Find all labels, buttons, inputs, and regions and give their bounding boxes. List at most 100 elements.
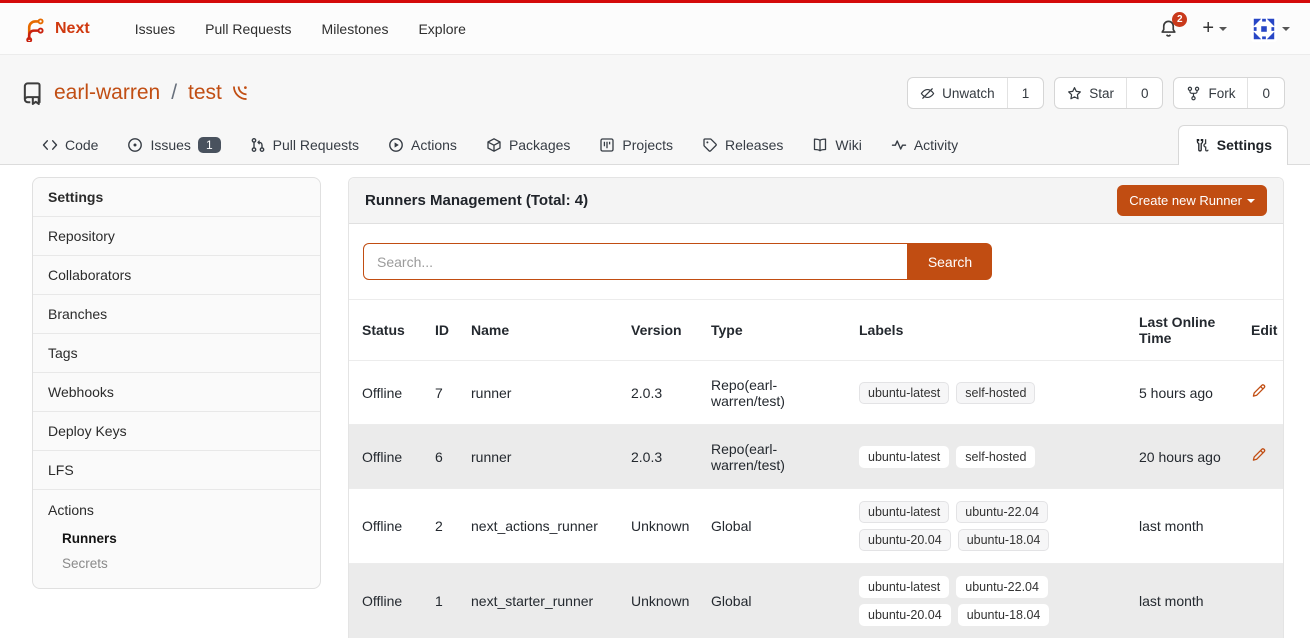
runner-status: Offline [349, 425, 427, 489]
tab-actions[interactable]: Actions [378, 126, 467, 164]
search-input[interactable] [363, 243, 908, 280]
runner-last-online: last month [1131, 564, 1243, 639]
col-version: Version [623, 300, 703, 361]
sidebar-item-repository[interactable]: Repository [33, 217, 320, 256]
pencil-icon [1251, 383, 1267, 399]
eye-slash-icon [920, 86, 935, 101]
search-section: Search [349, 224, 1283, 299]
panel-header: Runners Management (Total: 4) Create new… [349, 178, 1283, 224]
label-chip: ubuntu-18.04 [958, 529, 1050, 551]
col-id: ID [427, 300, 463, 361]
tab-issues[interactable]: Issues 1 [117, 126, 230, 164]
runner-type: Global [703, 564, 851, 639]
runner-id: 1 [427, 564, 463, 639]
runner-last-online: last month [1131, 489, 1243, 564]
tab-packages[interactable]: Packages [476, 126, 580, 164]
settings-sidebar: Settings Repository Collaborators Branch… [32, 177, 321, 589]
chevron-down-icon [1219, 27, 1227, 31]
sidebar-item-lfs[interactable]: LFS [33, 451, 320, 490]
project-board-icon [599, 137, 615, 153]
runner-name: runner [463, 361, 623, 425]
issues-count-badge: 1 [198, 137, 221, 153]
col-type: Type [703, 300, 851, 361]
repo-header-band: earl-warren / test Unwatch 1 [0, 55, 1310, 165]
watch-count[interactable]: 1 [1007, 78, 1044, 108]
sidebar-title-settings: Settings [33, 178, 320, 217]
col-labels: Labels [851, 300, 1131, 361]
star-count[interactable]: 0 [1126, 78, 1163, 108]
forgejo-logo-icon [20, 16, 46, 42]
fork-count[interactable]: 0 [1247, 78, 1284, 108]
repo-tabs: Code Issues 1 Pull Requests Actions [0, 125, 1310, 165]
create-runner-button[interactable]: Create new Runner [1117, 185, 1267, 216]
table-row: Offline 6 runner 2.0.3 Repo(earl-warren/… [349, 425, 1283, 489]
table-row: Offline 7 runner 2.0.3 Repo(earl-warren/… [349, 361, 1283, 425]
chevron-down-icon [1282, 27, 1290, 31]
sidebar-group-actions: Actions Runners Secrets [33, 490, 320, 588]
sidebar-item-deploy-keys[interactable]: Deploy Keys [33, 412, 320, 451]
runner-labels: ubuntu-latest self-hosted [859, 382, 1059, 404]
pencil-icon [1251, 447, 1267, 463]
sidebar-item-tags[interactable]: Tags [33, 334, 320, 373]
notifications-button[interactable]: 2 [1159, 19, 1178, 38]
runner-id: 7 [427, 361, 463, 425]
repo-name-link[interactable]: test [188, 81, 222, 105]
rss-icon[interactable] [231, 84, 249, 102]
nav-issues[interactable]: Issues [120, 13, 190, 45]
fork-icon [1186, 86, 1201, 101]
repo-title: earl-warren / test [20, 81, 249, 106]
label-chip: self-hosted [956, 382, 1035, 404]
forgejo-logo[interactable]: Next [20, 16, 90, 42]
tab-releases[interactable]: Releases [692, 126, 793, 164]
label-chip: ubuntu-20.04 [859, 529, 951, 551]
package-icon [486, 137, 502, 153]
table-row: Offline 2 next_actions_runner Unknown Gl… [349, 489, 1283, 564]
repo-icon [20, 81, 45, 106]
play-circle-icon [388, 137, 404, 153]
sidebar-item-runners[interactable]: Runners [48, 526, 305, 551]
sidebar-item-collaborators[interactable]: Collaborators [33, 256, 320, 295]
tab-projects[interactable]: Projects [589, 126, 683, 164]
unwatch-button[interactable]: Unwatch 1 [907, 77, 1044, 109]
panel-title: Runners Management (Total: 4) [365, 192, 588, 209]
user-menu[interactable] [1251, 16, 1290, 42]
repo-separator: / [171, 81, 177, 105]
runner-status: Offline [349, 489, 427, 564]
nav-explore[interactable]: Explore [403, 13, 480, 45]
runner-type: Repo(earl-warren/test) [703, 361, 851, 425]
nav-pull-requests[interactable]: Pull Requests [190, 13, 306, 45]
repo-owner-link[interactable]: earl-warren [54, 81, 160, 105]
fork-button[interactable]: Fork 0 [1173, 77, 1285, 109]
sidebar-item-actions[interactable]: Actions [48, 500, 305, 526]
runners-table: Status ID Name Version Type Labels Last … [349, 299, 1283, 638]
edit-runner-button[interactable] [1251, 447, 1267, 463]
search-button[interactable]: Search [908, 243, 992, 280]
create-new-menu[interactable]: + [1202, 17, 1227, 40]
tab-pull-requests[interactable]: Pull Requests [240, 126, 369, 164]
tab-code[interactable]: Code [32, 126, 108, 164]
avatar [1251, 16, 1277, 42]
label-chip: ubuntu-22.04 [956, 501, 1048, 523]
code-icon [42, 137, 58, 153]
pull-request-icon [250, 137, 266, 153]
runner-name: next_starter_runner [463, 564, 623, 639]
sidebar-item-branches[interactable]: Branches [33, 295, 320, 334]
sidebar-item-secrets[interactable]: Secrets [48, 551, 305, 576]
nav-milestones[interactable]: Milestones [307, 13, 404, 45]
col-status: Status [349, 300, 427, 361]
label-chip: self-hosted [956, 446, 1035, 468]
star-button[interactable]: Star 0 [1054, 77, 1163, 109]
edit-runner-button[interactable] [1251, 383, 1267, 399]
col-edit: Edit [1243, 300, 1283, 361]
tab-settings[interactable]: Settings [1178, 125, 1288, 165]
repo-action-buttons: Unwatch 1 Star 0 [907, 77, 1285, 109]
tab-wiki[interactable]: Wiki [802, 126, 871, 164]
runner-version: 2.0.3 [623, 425, 703, 489]
runner-status: Offline [349, 564, 427, 639]
sidebar-item-webhooks[interactable]: Webhooks [33, 373, 320, 412]
label-chip: ubuntu-20.04 [859, 604, 951, 626]
tools-icon [1194, 137, 1210, 153]
star-icon [1067, 86, 1082, 101]
runner-version: Unknown [623, 564, 703, 639]
tab-activity[interactable]: Activity [881, 126, 968, 164]
